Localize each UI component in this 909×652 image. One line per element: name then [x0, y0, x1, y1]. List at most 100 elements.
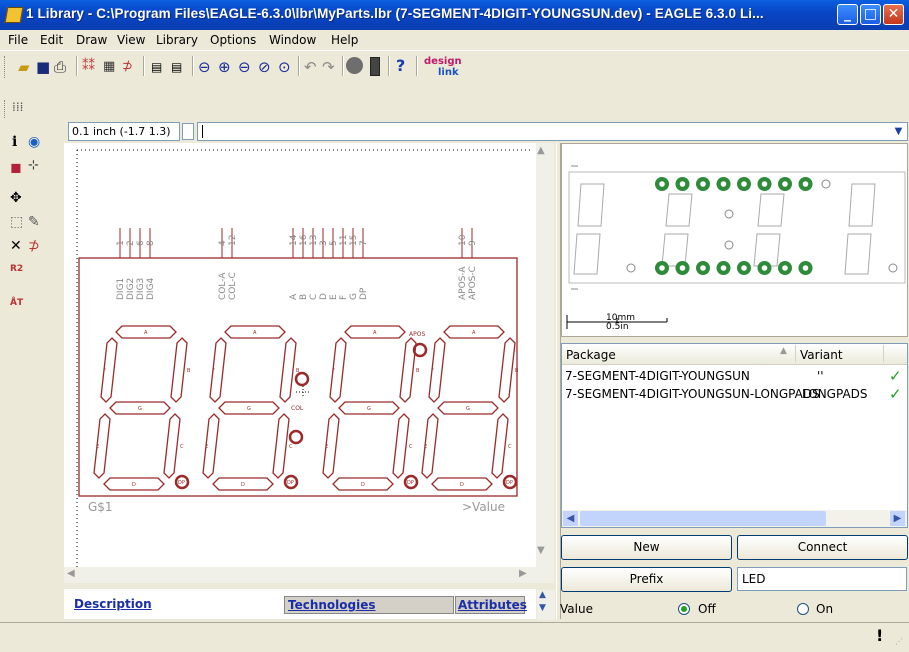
value-off-radio[interactable] — [678, 603, 690, 615]
menu-file[interactable]: File — [8, 33, 28, 47]
zoom-select-icon[interactable]: ⊙ — [278, 58, 291, 76]
move-icon[interactable]: ✥ — [10, 190, 22, 206]
toolbar-separator — [76, 56, 78, 76]
toolbar-grip[interactable] — [4, 100, 8, 118]
scroll-left-icon[interactable]: ◀ — [563, 511, 578, 526]
close-button[interactable]: ✕ — [883, 4, 904, 25]
column-package[interactable]: Package — [566, 348, 616, 362]
check-icon: ✓ — [889, 367, 902, 385]
help-icon[interactable]: ? — [396, 57, 405, 75]
pin-name: D — [319, 293, 329, 300]
prefix-button[interactable]: Prefix — [561, 567, 732, 592]
pin-number: 4 — [218, 240, 228, 246]
package-list[interactable]: Package ▲ Variant 7-SEGMENT-4DIGIT-YOUNG… — [561, 343, 908, 528]
add-icon[interactable]: ⊅ — [28, 238, 40, 254]
scroll-down-icon[interactable]: ▼ — [539, 603, 546, 613]
scroll-right-icon[interactable]: ▶ — [519, 568, 527, 579]
toolbar-grip[interactable] — [4, 56, 8, 78]
menu-library[interactable]: Library — [156, 33, 198, 47]
menu-window[interactable]: Window — [269, 33, 316, 47]
package-row[interactable]: 7-SEGMENT-4DIGIT-YOUNGSUN-LONGPADS LONGP… — [562, 385, 907, 403]
zoom-fit-icon[interactable]: ⊖ — [198, 58, 211, 76]
package-list-header: Package ▲ Variant — [562, 344, 907, 365]
new-button[interactable]: New — [561, 535, 732, 560]
package-row[interactable]: 7-SEGMENT-4DIGIT-YOUNGSUN '' ✓ — [562, 367, 907, 385]
grid-icon[interactable]: ⁞⁞⁞ — [12, 100, 23, 114]
canvas-vertical-scrollbar[interactable]: ▲ ▼ — [536, 143, 554, 583]
resize-grip-icon[interactable]: ⋰ — [895, 637, 903, 646]
scroll-left-icon[interactable]: ◀ — [67, 568, 75, 579]
change-icon[interactable]: ✎ — [28, 214, 40, 230]
pad-hole — [761, 265, 768, 271]
technologies-link[interactable]: Technologies — [288, 598, 376, 612]
menu-help[interactable]: Help — [331, 33, 358, 47]
value-on-radio[interactable] — [797, 603, 809, 615]
pin-number: 12 — [228, 235, 238, 246]
open-icon[interactable]: ▰ — [18, 58, 30, 76]
zoom-redraw-icon[interactable]: ⊘ — [258, 58, 271, 76]
design-link-icon[interactable]: design link — [424, 56, 462, 78]
pad-hole — [659, 181, 665, 187]
zoom-out-icon[interactable]: ⊖ — [238, 58, 251, 76]
segment-label: B — [187, 368, 191, 374]
pad-hole — [741, 181, 747, 187]
attribute-icon[interactable]: ÅT — [10, 298, 23, 308]
menu-draw[interactable]: Draw — [76, 33, 107, 47]
pin-name: E — [329, 294, 339, 300]
scroll-up-icon[interactable]: ▲ — [537, 145, 545, 156]
go-icon[interactable] — [370, 57, 380, 76]
redo-icon[interactable]: ↷ — [322, 58, 335, 76]
group-icon[interactable]: ⬚ — [10, 214, 23, 230]
prefix-field[interactable]: LED — [737, 567, 907, 591]
minimize-button[interactable]: _ — [837, 4, 858, 25]
stop-icon[interactable] — [346, 57, 363, 74]
value-on-label[interactable]: On — [816, 602, 833, 616]
pad-hole — [679, 181, 686, 187]
column-variant[interactable]: Variant — [800, 348, 843, 362]
show-icon[interactable]: ◉ — [28, 134, 40, 150]
pin-name: APOS-C — [468, 266, 478, 300]
scroll-thumb[interactable] — [580, 511, 826, 526]
coord-grip[interactable] — [182, 123, 194, 140]
description-link[interactable]: Description — [74, 597, 152, 611]
title-bar[interactable]: 1 Library - C:\Program Files\EAGLE-6.3.0… — [0, 0, 909, 30]
scroll-right-icon[interactable]: ▶ — [890, 511, 905, 526]
script-icon[interactable]: ▤ — [151, 58, 162, 76]
maximize-icon: □ — [863, 6, 878, 22]
maximize-button[interactable]: □ — [860, 4, 881, 25]
package-list-hscroll[interactable]: ◀ ▶ — [562, 510, 907, 527]
segment — [279, 337, 297, 403]
value-off-label[interactable]: Off — [698, 602, 716, 616]
print-icon[interactable]: ⎙ — [54, 58, 66, 76]
tabs-scrollbar[interactable]: ▲ ▼ — [537, 590, 555, 620]
symbol-icon[interactable]: ⁑⁑ — [82, 58, 95, 76]
device-icon[interactable]: ⊅ — [122, 58, 133, 76]
menu-options[interactable]: Options — [210, 33, 256, 47]
command-line-input[interactable]: ▼ — [197, 122, 908, 141]
drawing-canvas[interactable]: 1 2 6 8 4 12 14 16 13 3 5 11 15 7 10 9 DIG1 DIG2 DIG3 DIG4… — [64, 143, 536, 567]
delete-icon[interactable]: ✕ — [10, 238, 22, 254]
zoom-in-icon[interactable]: ⊕ — [218, 58, 231, 76]
info-icon[interactable]: i — [12, 134, 17, 150]
scroll-down-icon[interactable]: ▼ — [537, 545, 545, 556]
canvas-horizontal-scrollbar[interactable]: ◀ ▶ — [64, 567, 536, 583]
save-icon[interactable]: ■ — [36, 58, 50, 76]
scroll-up-icon[interactable]: ▲ — [539, 590, 546, 600]
pin-name: F — [339, 295, 349, 300]
attributes-link[interactable]: Attributes — [458, 598, 527, 612]
menu-edit[interactable]: Edit — [40, 33, 63, 47]
minimize-icon: _ — [844, 6, 851, 22]
scale-in-label: 0.5in — [606, 322, 629, 332]
mark-icon[interactable]: ⊹ — [28, 158, 39, 173]
package-icon[interactable]: ▦ — [103, 58, 115, 76]
menu-view[interactable]: View — [117, 33, 145, 47]
chevron-down-icon[interactable]: ▼ — [891, 124, 906, 139]
connect-button[interactable]: Connect — [737, 535, 908, 560]
name-icon[interactable]: R2 — [10, 264, 23, 274]
segment-label: DP — [287, 480, 294, 486]
ulp-icon[interactable]: ▤ — [171, 58, 182, 76]
package-preview[interactable]: 10mm 0.5in — [561, 143, 908, 337]
pin-name: DIG3 — [136, 278, 146, 300]
undo-icon[interactable]: ↶ — [304, 58, 317, 76]
display-layers-icon[interactable]: ◼ — [10, 160, 22, 176]
